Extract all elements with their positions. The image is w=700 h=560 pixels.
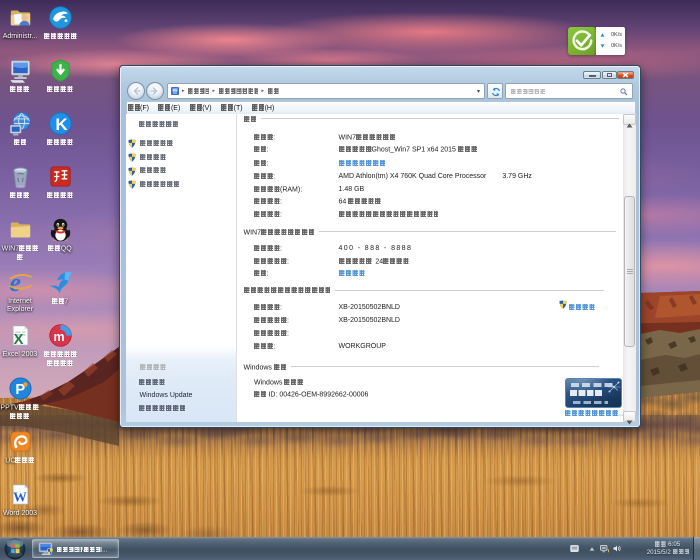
- svg-text:W: W: [13, 489, 27, 504]
- svg-text:e: e: [9, 270, 21, 295]
- svg-text:X: X: [13, 332, 23, 348]
- svg-text:m: m: [53, 330, 64, 344]
- svg-text:K: K: [55, 115, 68, 134]
